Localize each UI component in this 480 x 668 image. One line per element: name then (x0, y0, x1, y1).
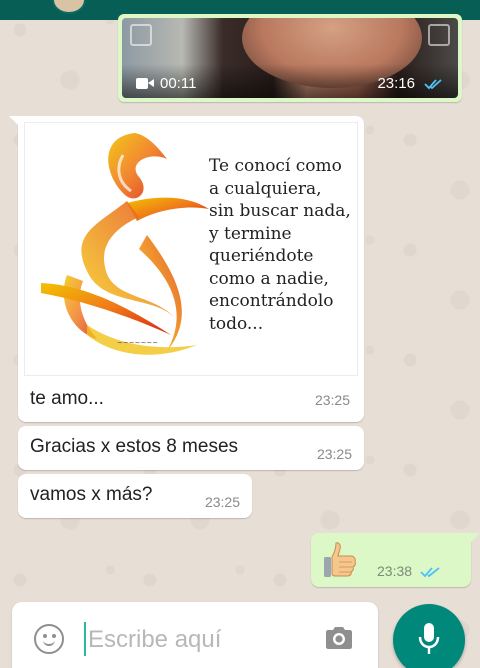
quote-text: Te conocí como a cualquiera, sin buscar … (209, 156, 351, 334)
video-control-right (428, 24, 450, 46)
image-caption: te amo... (30, 388, 104, 409)
image-caption-row: te amo... 23:25 (24, 376, 358, 416)
text-caret (84, 622, 86, 656)
incoming-message-bubble[interactable]: vamos x más? 23:25 (18, 474, 252, 518)
voice-record-button[interactable] (393, 604, 465, 668)
double-check-read-icon (424, 78, 442, 89)
video-thumbnail[interactable]: 00:11 23:16 (122, 18, 458, 98)
outgoing-emoji-bubble[interactable]: 23:38 (311, 533, 480, 587)
message-text: vamos x más? (30, 484, 153, 505)
microphone-icon (418, 623, 440, 654)
image-signature: ~~~~~~~ (117, 339, 159, 347)
video-camera-icon (136, 78, 154, 89)
emoji-time-text: 23:38 (377, 563, 413, 579)
smiley-icon[interactable] (34, 624, 64, 654)
message-composer (12, 602, 378, 668)
video-time-text: 23:16 (377, 75, 415, 92)
double-check-read-icon (420, 567, 440, 578)
video-duration: 00:11 (160, 75, 197, 92)
flame-illustration (41, 133, 209, 355)
thumbs-up-icon (324, 542, 356, 577)
emoji-timestamp: 23:38 (377, 563, 442, 579)
image-timestamp: 23:25 (314, 392, 350, 408)
incoming-message-bubble[interactable]: Gracias x estos 8 meses 23:25 (18, 426, 364, 470)
video-timestamp: 23:16 (377, 75, 444, 92)
video-message-bubble[interactable]: 00:11 23:16 (118, 14, 462, 102)
video-meta: 00:11 (136, 75, 196, 92)
image-message-bubble[interactable]: Te conocí como a cualquiera, sin buscar … (9, 116, 364, 422)
quote-image[interactable]: Te conocí como a cualquiera, sin buscar … (24, 122, 358, 376)
contact-avatar[interactable] (52, 0, 86, 14)
message-input[interactable] (88, 620, 308, 660)
message-text: Gracias x estos 8 meses (30, 436, 239, 457)
message-timestamp: 23:25 (204, 494, 240, 510)
message-timestamp: 23:25 (316, 446, 352, 462)
camera-icon[interactable] (324, 626, 354, 650)
video-control-left (130, 24, 152, 46)
